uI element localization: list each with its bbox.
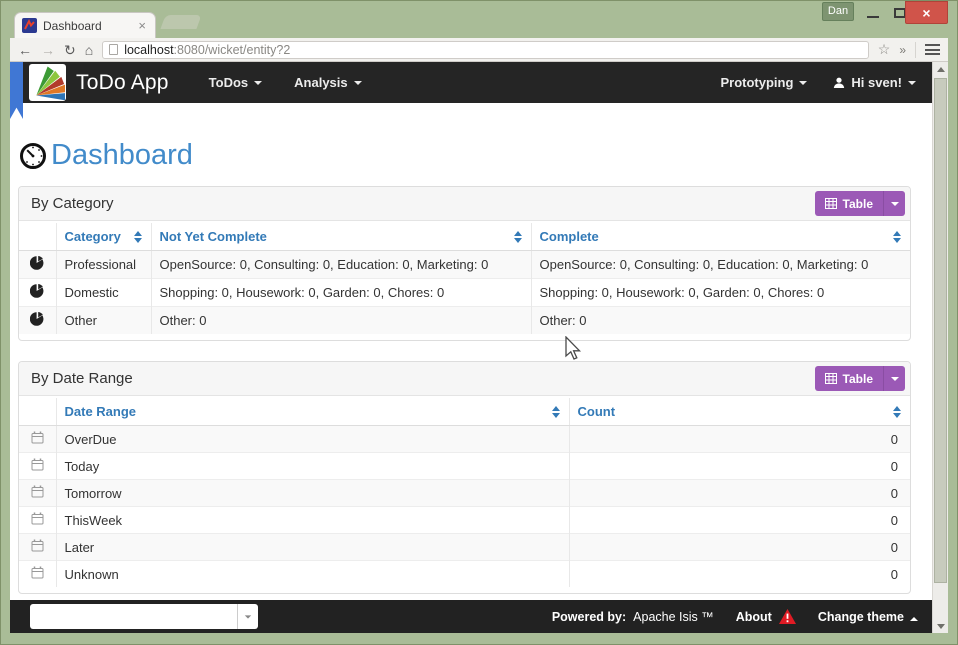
chevron-down-icon <box>354 81 362 85</box>
pie-chart-icon <box>30 284 44 298</box>
table-row[interactable]: Today 0 <box>19 453 910 480</box>
table-row[interactable]: Later 0 <box>19 534 910 561</box>
menu-todos[interactable]: ToDos <box>209 75 262 90</box>
sort-icon <box>514 231 523 243</box>
isis-fan-icon <box>31 66 65 100</box>
dashboard-gauge-icon <box>18 141 48 171</box>
page-title: Dashboard <box>51 139 193 172</box>
minimize-button[interactable] <box>862 4 884 22</box>
app-logo <box>29 64 66 101</box>
column-header-complete[interactable]: Complete <box>531 223 910 251</box>
toolbar-divider <box>915 42 916 58</box>
pie-chart-icon <box>30 256 44 270</box>
scrollbar-thumb[interactable] <box>934 78 947 583</box>
column-header-blank <box>19 398 56 426</box>
url-host: localhost <box>124 43 173 57</box>
calendar-icon <box>31 566 44 579</box>
pie-chart-icon <box>30 312 44 326</box>
menu-analysis[interactable]: Analysis <box>294 75 361 90</box>
table-icon <box>825 373 837 384</box>
chevron-down-icon <box>891 202 899 206</box>
date-range-panel: By Date Range Table <box>18 361 911 594</box>
app-page: ToDo App ToDos Analysis Prototyping Hi s… <box>10 62 932 633</box>
table-row[interactable]: OverDue 0 <box>19 426 910 453</box>
table-row[interactable]: ThisWeek 0 <box>19 507 910 534</box>
sort-icon <box>134 231 143 243</box>
column-header-not-yet-complete[interactable]: Not Yet Complete <box>151 223 531 251</box>
change-theme-link[interactable]: Change theme <box>818 610 918 624</box>
chevron-down-icon <box>254 81 262 85</box>
table-view-dropdown-button[interactable] <box>883 191 905 216</box>
close-button[interactable]: × <box>905 1 948 24</box>
calendar-icon <box>31 539 44 552</box>
category-panel-heading: By Category Table <box>19 187 910 221</box>
powered-by-label: Powered by: <box>552 610 626 624</box>
chevron-up-icon <box>910 617 918 621</box>
column-header-date-range[interactable]: Date Range <box>56 398 569 426</box>
scroll-up-button[interactable] <box>933 62 948 76</box>
viewport: ToDo App ToDos Analysis Prototyping Hi s… <box>10 62 948 633</box>
browser-titlebar: Dashboard × Dan × <box>0 0 958 38</box>
main-content: Dashboard By Category <box>10 103 932 600</box>
chevron-down-icon <box>891 377 899 381</box>
table-icon <box>825 198 837 209</box>
column-header-blank <box>19 223 56 251</box>
browser-toolbar: ← → ↻ ⌂ localhost:8080/wicket/entity?2 ☆… <box>10 38 948 62</box>
table-view-button[interactable]: Table <box>815 191 883 216</box>
footer-select[interactable] <box>30 604 258 629</box>
browser-tab[interactable]: Dashboard × <box>14 12 156 38</box>
app-navbar: ToDo App ToDos Analysis Prototyping Hi s… <box>10 62 932 103</box>
tab-close-icon[interactable]: × <box>136 18 148 33</box>
user-icon <box>833 77 845 89</box>
overflow-icon[interactable]: » <box>899 43 906 57</box>
sort-icon <box>893 406 902 418</box>
brand-title: ToDo App <box>76 71 169 95</box>
app-footer: Powered by: Apache Isis ™ About Change t… <box>10 600 932 633</box>
menu-icon[interactable] <box>925 44 940 55</box>
scroll-down-button[interactable] <box>933 619 948 633</box>
category-table: Category Not Yet Complete Complete Profe… <box>19 223 910 334</box>
column-header-category[interactable]: Category <box>56 223 151 251</box>
sort-icon <box>552 406 561 418</box>
category-panel: By Category Table <box>18 186 911 341</box>
home-icon[interactable]: ⌂ <box>85 43 93 57</box>
menu-prototyping[interactable]: Prototyping <box>720 75 807 90</box>
calendar-icon <box>31 431 44 444</box>
table-row[interactable]: Other Other: 0 Other: 0 <box>19 307 910 335</box>
forward-icon[interactable]: → <box>41 43 55 57</box>
browser-user-chip[interactable]: Dan <box>822 2 854 21</box>
scrollbar[interactable] <box>932 62 948 633</box>
tab-title: Dashboard <box>43 19 136 33</box>
page-icon <box>109 44 118 55</box>
sort-icon <box>893 231 902 243</box>
about-link[interactable]: About <box>736 610 772 624</box>
url-path: :8080/wicket/entity?2 <box>174 43 291 57</box>
calendar-icon <box>31 512 44 525</box>
chevron-down-icon <box>799 81 807 85</box>
back-icon[interactable]: ← <box>18 43 32 57</box>
warning-icon <box>779 609 796 624</box>
table-view-dropdown-button[interactable] <box>883 366 905 391</box>
apache-isis-link[interactable]: Apache Isis ™ <box>633 610 714 624</box>
new-tab-button[interactable] <box>160 15 201 29</box>
favicon <box>22 18 37 33</box>
calendar-icon <box>31 485 44 498</box>
date-range-table: Date Range Count OverDue 0 <box>19 398 910 587</box>
table-view-button[interactable]: Table <box>815 366 883 391</box>
date-range-panel-heading: By Date Range Table <box>19 362 910 396</box>
column-header-count[interactable]: Count <box>569 398 910 426</box>
chevron-down-icon <box>908 81 916 85</box>
desktop: Dashboard × Dan × ← → ↻ ⌂ localhost:8080… <box>0 0 958 645</box>
reload-icon[interactable]: ↻ <box>64 43 76 57</box>
calendar-icon <box>31 458 44 471</box>
chevron-down-icon <box>245 615 251 618</box>
table-row[interactable]: Domestic Shopping: 0, Housework: 0, Gard… <box>19 279 910 307</box>
table-row[interactable]: Professional OpenSource: 0, Consulting: … <box>19 251 910 279</box>
menu-user[interactable]: Hi sven! <box>833 75 916 90</box>
url-bar[interactable]: localhost:8080/wicket/entity?2 <box>102 41 869 59</box>
table-row[interactable]: Tomorrow 0 <box>19 480 910 507</box>
mouse-cursor <box>565 336 585 364</box>
table-row[interactable]: Unknown 0 <box>19 561 910 588</box>
bookmark-star-icon[interactable]: ☆ <box>878 41 891 58</box>
